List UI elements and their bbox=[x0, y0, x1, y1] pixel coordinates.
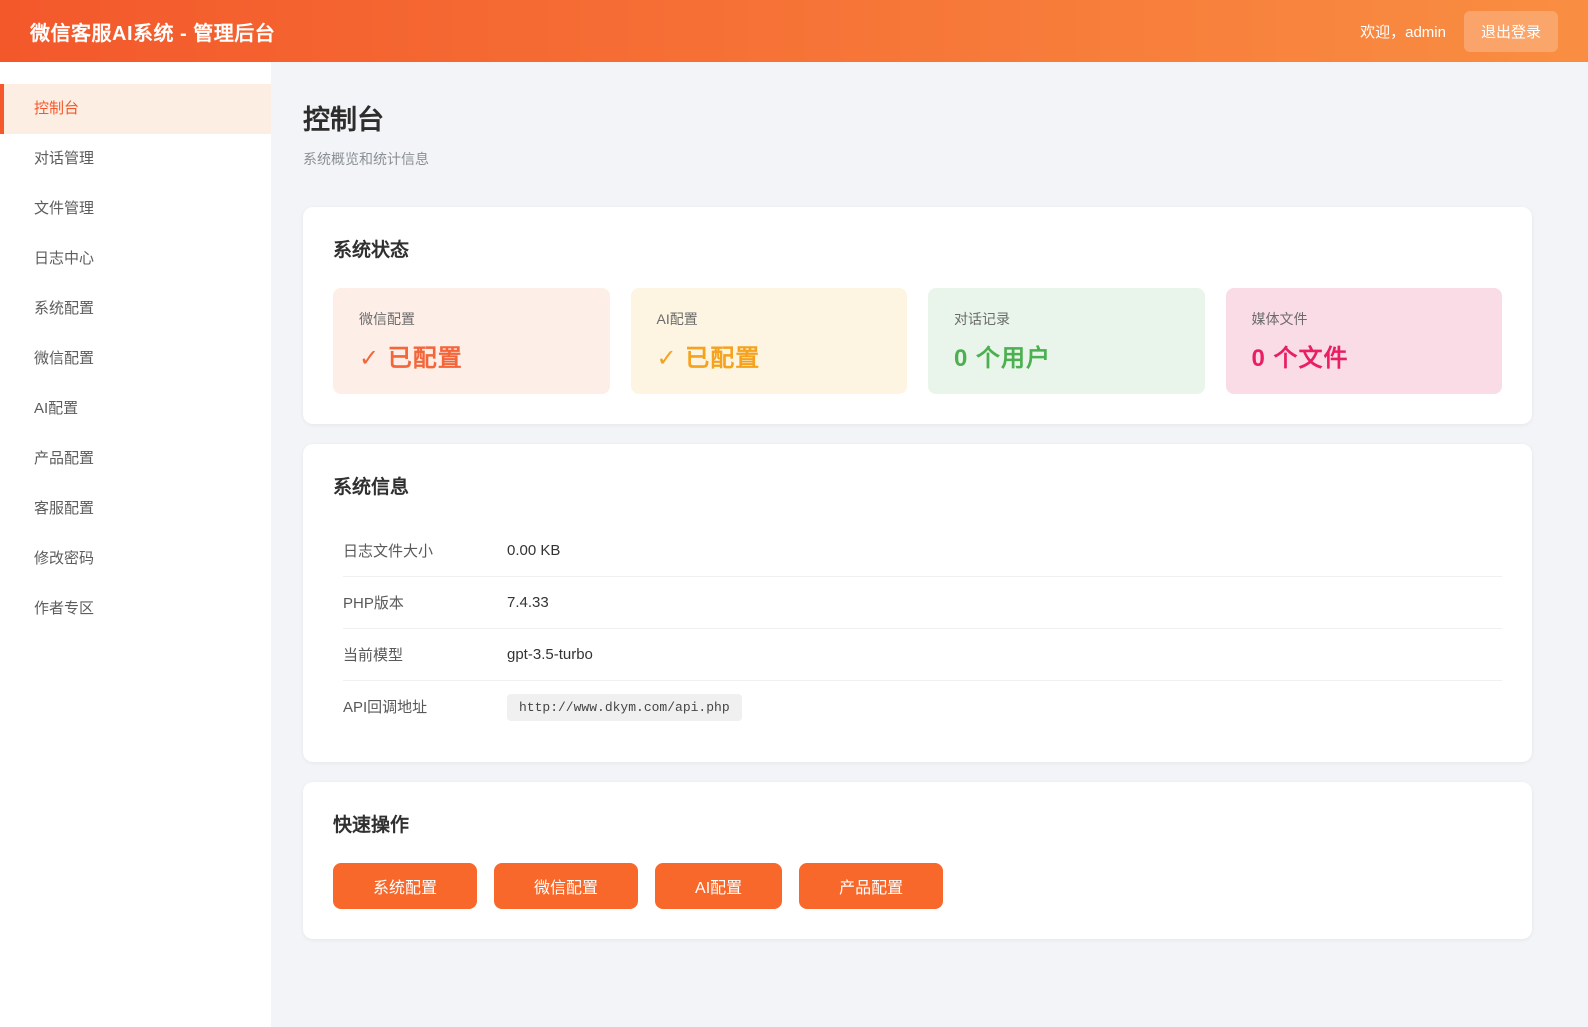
system-status-card: 系统状态 微信配置 ✓ 已配置 AI配置 ✓ 已配置 对话记录 0 个用户 媒体… bbox=[303, 207, 1532, 424]
quick-actions-title: 快速操作 bbox=[333, 810, 1502, 837]
main-content: 控制台 系统概览和统计信息 系统状态 微信配置 ✓ 已配置 AI配置 ✓ 已配置… bbox=[271, 62, 1588, 1027]
info-value-current-model: gpt-3.5-turbo bbox=[507, 646, 593, 663]
welcome-text: 欢迎，admin bbox=[1360, 21, 1446, 42]
sidebar-item-log-center[interactable]: 日志中心 bbox=[0, 234, 271, 284]
quick-action-system-config[interactable]: 系统配置 bbox=[333, 863, 477, 909]
app-header: 微信客服AI系统 - 管理后台 欢迎，admin 退出登录 bbox=[0, 0, 1588, 62]
sidebar-item-wechat-config[interactable]: 微信配置 bbox=[0, 334, 271, 384]
status-grid: 微信配置 ✓ 已配置 AI配置 ✓ 已配置 对话记录 0 个用户 媒体文件 0 … bbox=[333, 288, 1502, 394]
status-label-wechat-config: 微信配置 bbox=[359, 309, 584, 329]
status-label-conversation-records: 对话记录 bbox=[954, 309, 1179, 329]
sidebar: 控制台 对话管理 文件管理 日志中心 系统配置 微信配置 AI配置 产品配置 客… bbox=[0, 62, 271, 1027]
status-value-conversation-records: 0 个用户 bbox=[954, 338, 1179, 373]
quick-actions-row: 系统配置 微信配置 AI配置 产品配置 bbox=[333, 863, 1502, 909]
sidebar-item-conversation-management[interactable]: 对话管理 bbox=[0, 134, 271, 184]
system-status-title: 系统状态 bbox=[333, 235, 1502, 262]
api-callback-url-code: http://www.dkym.com/api.php bbox=[507, 694, 742, 721]
status-value-media-files: 0 个文件 bbox=[1252, 338, 1477, 373]
info-value-log-file-size: 0.00 KB bbox=[507, 542, 560, 559]
info-row-php-version: PHP版本 7.4.33 bbox=[343, 577, 1502, 629]
status-box-conversation-records: 对话记录 0 个用户 bbox=[928, 288, 1205, 394]
status-value-wechat-config: ✓ 已配置 bbox=[359, 338, 584, 373]
sidebar-item-product-config[interactable]: 产品配置 bbox=[0, 434, 271, 484]
page-subtitle: 系统概览和统计信息 bbox=[303, 149, 1532, 169]
status-box-media-files: 媒体文件 0 个文件 bbox=[1226, 288, 1503, 394]
info-label-log-file-size: 日志文件大小 bbox=[343, 540, 507, 561]
sidebar-item-dashboard[interactable]: 控制台 bbox=[0, 84, 271, 134]
info-row-api-callback-url: API回调地址 http://www.dkym.com/api.php bbox=[343, 681, 1502, 732]
info-value-php-version: 7.4.33 bbox=[507, 594, 549, 611]
system-info-card: 系统信息 日志文件大小 0.00 KB PHP版本 7.4.33 当前模型 gp… bbox=[303, 444, 1532, 762]
quick-action-wechat-config[interactable]: 微信配置 bbox=[494, 863, 638, 909]
info-label-current-model: 当前模型 bbox=[343, 644, 507, 665]
sidebar-item-change-password[interactable]: 修改密码 bbox=[0, 534, 271, 584]
quick-actions-card: 快速操作 系统配置 微信配置 AI配置 产品配置 bbox=[303, 782, 1532, 939]
sidebar-item-system-config[interactable]: 系统配置 bbox=[0, 284, 271, 334]
sidebar-item-customer-service-config[interactable]: 客服配置 bbox=[0, 484, 271, 534]
logout-button[interactable]: 退出登录 bbox=[1464, 11, 1558, 52]
info-label-api-callback-url: API回调地址 bbox=[343, 696, 507, 717]
info-label-php-version: PHP版本 bbox=[343, 592, 507, 613]
status-value-ai-config: ✓ 已配置 bbox=[657, 338, 882, 373]
page-title: 控制台 bbox=[303, 98, 1532, 137]
system-info-table: 日志文件大小 0.00 KB PHP版本 7.4.33 当前模型 gpt-3.5… bbox=[333, 525, 1502, 732]
app-title: 微信客服AI系统 - 管理后台 bbox=[30, 17, 275, 46]
layout: 控制台 对话管理 文件管理 日志中心 系统配置 微信配置 AI配置 产品配置 客… bbox=[0, 62, 1588, 1027]
sidebar-item-author-zone[interactable]: 作者专区 bbox=[0, 584, 271, 634]
header-right: 欢迎，admin 退出登录 bbox=[1360, 11, 1558, 52]
status-label-ai-config: AI配置 bbox=[657, 309, 882, 329]
quick-action-product-config[interactable]: 产品配置 bbox=[799, 863, 943, 909]
status-label-media-files: 媒体文件 bbox=[1252, 309, 1477, 329]
system-info-title: 系统信息 bbox=[333, 472, 1502, 499]
status-box-wechat-config: 微信配置 ✓ 已配置 bbox=[333, 288, 610, 394]
quick-action-ai-config[interactable]: AI配置 bbox=[655, 863, 782, 909]
status-box-ai-config: AI配置 ✓ 已配置 bbox=[631, 288, 908, 394]
info-row-current-model: 当前模型 gpt-3.5-turbo bbox=[343, 629, 1502, 681]
info-row-log-file-size: 日志文件大小 0.00 KB bbox=[343, 525, 1502, 577]
sidebar-item-ai-config[interactable]: AI配置 bbox=[0, 384, 271, 434]
sidebar-item-file-management[interactable]: 文件管理 bbox=[0, 184, 271, 234]
